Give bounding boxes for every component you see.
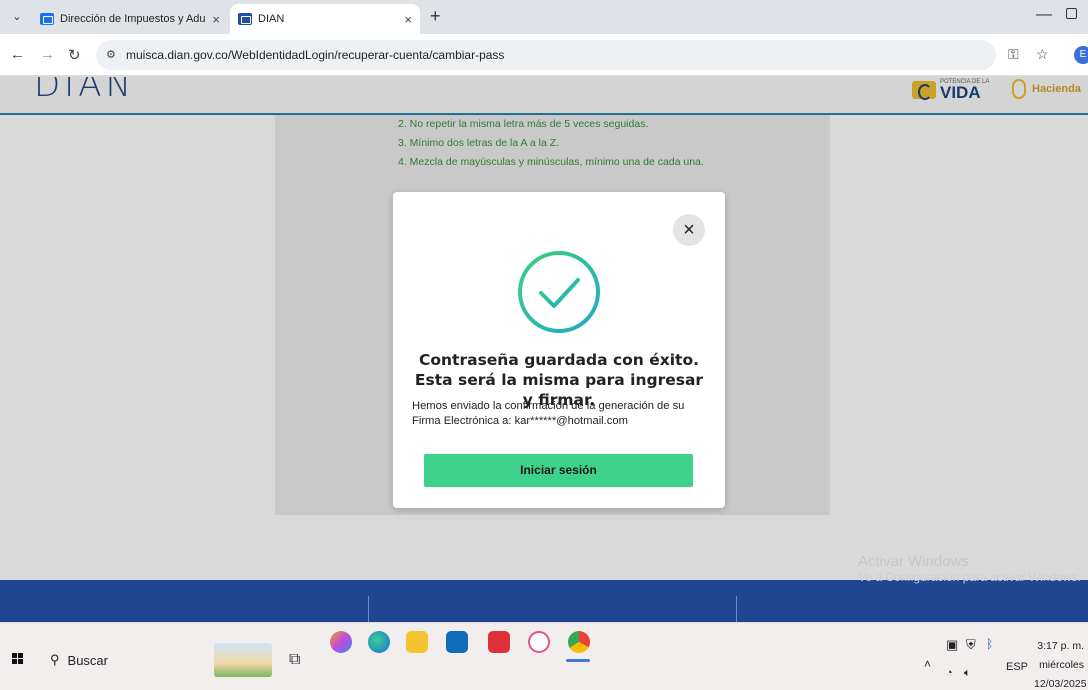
dialog-message: Hemos enviado la confirmación de la gene… bbox=[412, 400, 685, 427]
success-check-icon bbox=[518, 251, 600, 333]
hacienda-logo: Hacienda bbox=[1012, 79, 1081, 99]
footer-divider bbox=[736, 596, 737, 622]
volume-icon[interactable]: 🔈︎ bbox=[964, 667, 971, 680]
tab-dian[interactable]: DIAN × bbox=[230, 4, 420, 34]
profile-avatar[interactable]: E bbox=[1074, 46, 1088, 64]
search-label: Buscar bbox=[67, 652, 108, 668]
hacienda-label: Hacienda bbox=[1032, 83, 1081, 95]
security-tray-icon[interactable]: ⛨ bbox=[966, 637, 976, 653]
dian-logo[interactable]: DIAN bbox=[34, 77, 135, 105]
watermark-subtitle: Ve a Configuración para activar Windows. bbox=[858, 570, 1081, 584]
bluetooth-icon[interactable]: ᛒ bbox=[986, 637, 993, 651]
clipboard-tray-icon[interactable]: ▣ bbox=[946, 637, 958, 653]
password-rules: 2. No repetir la misma letra más de 5 ve… bbox=[398, 117, 708, 174]
dian-favicon-icon bbox=[238, 13, 252, 25]
task-view-icon[interactable]: ⧉ bbox=[289, 651, 300, 669]
windows-taskbar: ⚲ Buscar ⧉ ▣ ⛨ ᛒ ˄ ◔ 🔈︎ ESP 3:17 p. m. m… bbox=[0, 622, 1088, 690]
wifi-icon[interactable]: ◔ bbox=[946, 667, 953, 679]
taskbar-search[interactable]: ⚲ Buscar bbox=[38, 643, 278, 677]
tab-strip: ⌄ Dirección de Impuestos y Adua × DIAN ×… bbox=[0, 0, 1088, 34]
url-text: muisca.dian.gov.co/WebIdentidadLogin/rec… bbox=[126, 48, 505, 62]
footer-divider bbox=[368, 596, 369, 622]
tab-title: DIAN bbox=[258, 13, 285, 25]
site-info-icon[interactable]: ⚙ bbox=[106, 40, 116, 70]
rule-item: 4. Mezcla de mayúsculas y minúsculas, mí… bbox=[398, 156, 704, 168]
clock-day: miércoles bbox=[1039, 659, 1084, 671]
coat-of-arms-icon bbox=[1012, 79, 1026, 99]
success-dialog: × Contraseña guardada con éxito. Esta se… bbox=[393, 192, 725, 508]
browser-toolbar: ← → ↻ ⚙ muisca.dian.gov.co/WebIdentidadL… bbox=[0, 34, 1088, 76]
clock-time: 3:17 p. m. bbox=[1037, 640, 1084, 652]
file-explorer-icon[interactable] bbox=[406, 631, 428, 653]
anydesk-icon[interactable] bbox=[488, 631, 510, 653]
tab-close-icon[interactable]: × bbox=[404, 12, 412, 27]
snipping-tool-icon[interactable] bbox=[528, 631, 550, 653]
colombia-logo-icon bbox=[912, 81, 936, 100]
windows-start-icon[interactable] bbox=[12, 653, 24, 665]
chrome-icon[interactable] bbox=[568, 631, 590, 653]
minimize-icon[interactable]: — bbox=[1036, 6, 1052, 24]
login-button[interactable]: Iniciar sesión bbox=[424, 454, 693, 487]
new-tab-icon[interactable]: + bbox=[430, 7, 441, 25]
edge-icon[interactable] bbox=[368, 631, 390, 653]
copilot-icon[interactable] bbox=[330, 631, 352, 653]
rule-item: 3. Mínimo dos letras de la A a la Z. bbox=[398, 137, 560, 149]
potencia-vida-logo: POTENCIA DE LA VIDA bbox=[912, 79, 989, 101]
rule-item: 2. No repetir la misma letra más de 5 ve… bbox=[398, 118, 649, 130]
active-app-indicator bbox=[566, 659, 590, 662]
clock-date: 12/03/2025 bbox=[1034, 678, 1087, 690]
vida-title: VIDA bbox=[940, 83, 981, 102]
reload-icon[interactable]: ↻ bbox=[68, 46, 81, 64]
search-highlight-image[interactable] bbox=[214, 643, 272, 677]
search-icon: ⚲ bbox=[50, 652, 60, 667]
address-bar[interactable]: ⚙ muisca.dian.gov.co/WebIdentidadLogin/r… bbox=[96, 40, 996, 70]
clock[interactable]: 3:17 p. m. miércoles 12/03/2025 bbox=[1034, 637, 1087, 690]
forward-icon[interactable]: → bbox=[40, 46, 55, 63]
site-footer bbox=[0, 580, 1088, 622]
dian-favicon-icon bbox=[40, 13, 54, 25]
tab-close-icon[interactable]: × bbox=[212, 12, 220, 27]
site-header: DIAN POTENCIA DE LA VIDA Hacienda bbox=[0, 77, 1088, 115]
windows-activation-watermark: Activar Windows Ve a Configuración para … bbox=[858, 553, 1081, 584]
tab-search-chevron-icon[interactable]: ⌄ bbox=[8, 8, 26, 26]
close-icon[interactable]: × bbox=[673, 214, 705, 246]
input-language[interactable]: ESP bbox=[1006, 661, 1028, 673]
tray-chevron-up-icon[interactable]: ˄ bbox=[924, 657, 931, 671]
restore-icon[interactable] bbox=[1066, 8, 1077, 19]
back-icon[interactable]: ← bbox=[10, 46, 25, 63]
tab-title: Dirección de Impuestos y Adua bbox=[60, 13, 207, 25]
bookmark-star-icon[interactable]: ☆ bbox=[1036, 46, 1049, 63]
watermark-title: Activar Windows bbox=[858, 553, 969, 570]
password-key-icon[interactable]: ⚿ bbox=[1008, 46, 1019, 63]
tab-dian-impuestos[interactable]: Dirección de Impuestos y Adua × bbox=[32, 4, 228, 34]
outlook-icon[interactable] bbox=[446, 631, 468, 653]
